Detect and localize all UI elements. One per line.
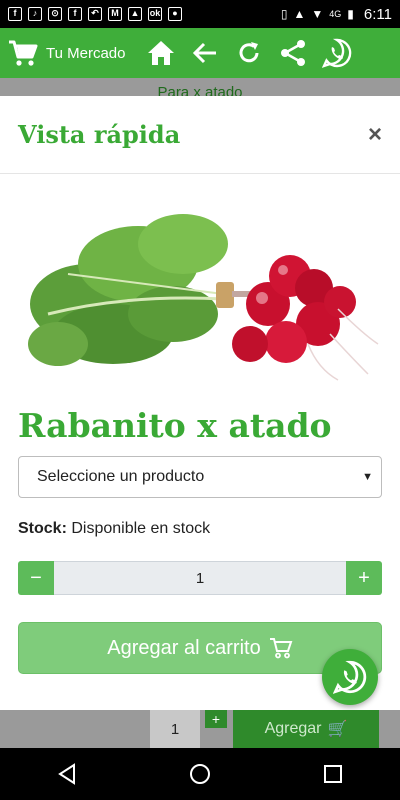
quantity-decrease-button[interactable]: − <box>18 561 54 595</box>
wifi-icon: ▼ <box>311 7 324 21</box>
add-to-cart-label: Agregar al carrito <box>107 636 261 659</box>
vibrate-icon: ▯ <box>280 7 288 21</box>
status-time: 6:11 <box>363 5 392 23</box>
whatsapp-icon <box>333 660 367 694</box>
home-icon <box>148 41 175 65</box>
whatsapp-floating-button[interactable] <box>322 649 378 705</box>
gmail-notification-icon: M <box>108 7 122 21</box>
nav-back-icon <box>57 763 75 785</box>
modal-header: Vista rápida × <box>0 96 400 174</box>
background-product-controls: 1 + Agregar 🛒 <box>0 710 400 748</box>
stock-status: Stock: Disponible en stock <box>18 520 210 538</box>
signal-icon: ▲ <box>293 7 306 21</box>
nav-back-button[interactable] <box>47 754 87 794</box>
whatsapp-icon <box>322 38 352 68</box>
product-title: Rabanito x atado <box>18 406 332 445</box>
background-add-button: Agregar 🛒 <box>233 710 379 748</box>
home-button[interactable] <box>139 31 183 75</box>
stock-value: Disponible en stock <box>71 520 211 537</box>
missed-call-icon: ↶ <box>88 7 102 21</box>
background-qty: 1 <box>150 710 200 748</box>
share-icon <box>281 40 306 66</box>
quantity-increase-button[interactable]: + <box>346 561 382 595</box>
refresh-icon <box>240 42 259 63</box>
tiktok-notification-icon: ♪ <box>28 7 42 21</box>
back-button[interactable] <box>183 31 227 75</box>
stock-label: Stock: <box>18 520 67 537</box>
facebook-notification-icon: f <box>8 7 22 21</box>
quantity-stepper: − 1 + <box>18 561 382 595</box>
status-notifications: f ♪ ⊙ f ↶ M ▲ ok ● <box>8 7 182 21</box>
nav-recents-icon <box>324 765 343 783</box>
close-icon[interactable]: × <box>368 121 382 149</box>
network-type: 4G <box>329 9 342 19</box>
product-select[interactable]: Seleccione un producto ▼ <box>18 456 382 498</box>
cart-icon <box>9 40 38 66</box>
whatsapp-header-button[interactable] <box>315 31 359 75</box>
cart-outline-icon <box>269 638 293 659</box>
product-select-value: Seleccione un producto <box>37 468 205 485</box>
modal-title: Vista rápida <box>18 120 181 149</box>
app-notification-icon: ⊙ <box>48 7 62 21</box>
back-arrow-icon <box>193 42 217 64</box>
quantity-input[interactable]: 1 <box>54 561 346 595</box>
app-header: Tu Mercado <box>0 28 400 78</box>
background-cart-icon: 🛒 <box>327 721 348 738</box>
android-nav-bar <box>0 748 400 800</box>
chevron-down-icon: ▼ <box>362 471 373 483</box>
image-notification-icon: ▲ <box>128 7 142 21</box>
nav-home-button[interactable] <box>180 754 220 794</box>
background-add-label: Agregar <box>264 720 322 737</box>
background-plus-icon: + <box>205 710 227 728</box>
quick-view-modal: Vista rápida × Rabanito x atado Seleccio… <box>0 96 400 710</box>
nav-home-icon <box>189 764 210 784</box>
status-system: ▯ ▲ ▼ 4G ▮ 6:11 <box>281 6 392 23</box>
product-image <box>18 194 382 382</box>
refresh-button[interactable] <box>227 31 271 75</box>
battery-icon: ▮ <box>347 7 354 21</box>
status-bar: f ♪ ⊙ f ↶ M ▲ ok ● ▯ ▲ ▼ 4G ▮ 6:11 <box>0 0 400 28</box>
brand[interactable]: Tu Mercado <box>8 39 125 67</box>
brand-name: Tu Mercado <box>46 44 126 62</box>
share-button[interactable] <box>271 31 315 75</box>
chrome-notification-icon: ● <box>168 7 182 21</box>
facebook-notification-icon-2: f <box>68 7 82 21</box>
ok-notification-icon: ok <box>148 7 162 21</box>
nav-recents-button[interactable] <box>313 754 353 794</box>
